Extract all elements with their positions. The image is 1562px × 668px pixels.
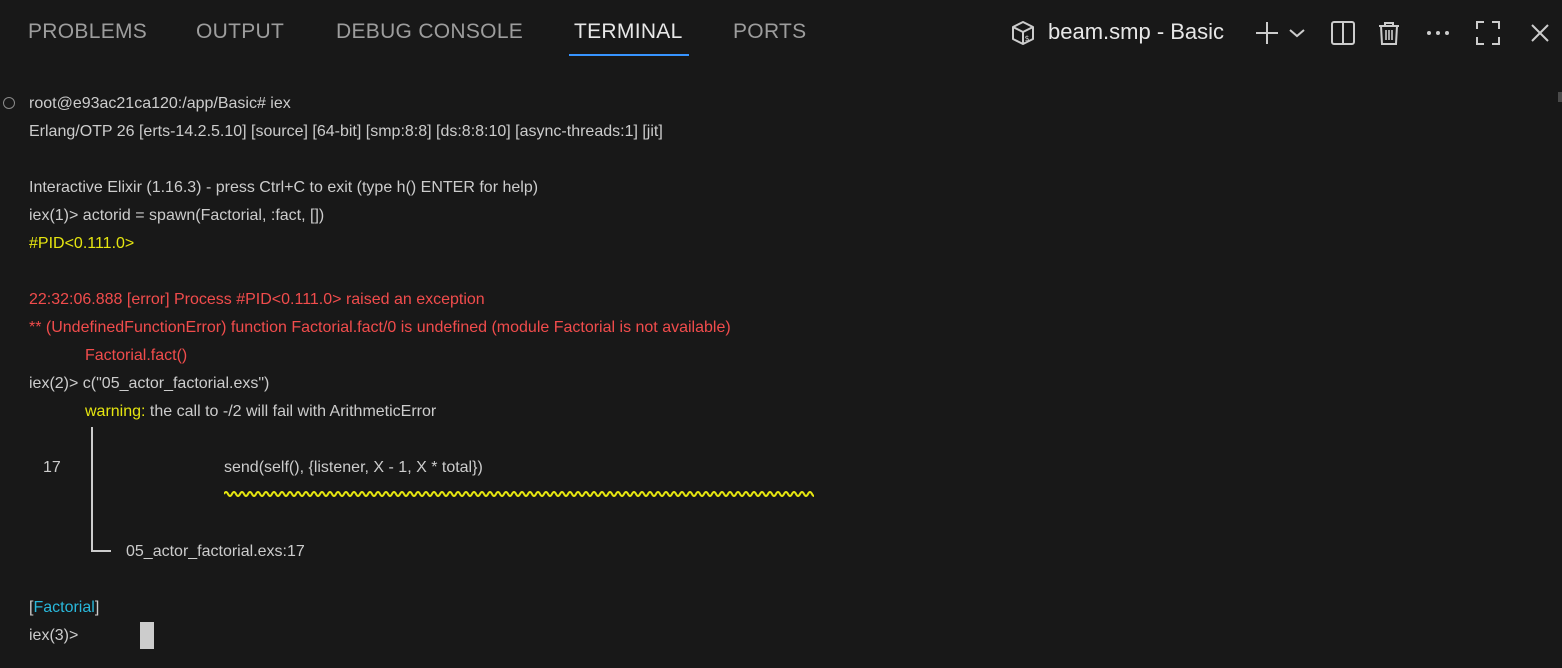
tab-ports[interactable]: PORTS [733, 20, 806, 44]
terminal-line-command: root@e93ac21ca120:/app/Basic# iex [29, 95, 291, 112]
warning-label: warning: [85, 403, 146, 420]
terminal-line-error: 22:32:06.888 [error] Process #PID<0.111.… [29, 291, 485, 308]
diagnostic-location: 05_actor_factorial.exs:17 [126, 543, 305, 560]
close-icon[interactable] [1523, 16, 1557, 50]
terminal-line-pid: #PID<0.111.0> [29, 235, 135, 252]
tab-problems[interactable]: PROBLEMS [28, 20, 147, 44]
chevron-down-icon[interactable] [1282, 16, 1312, 50]
terminal-line-erlang-banner: Erlang/OTP 26 [erts-14.2.5.10] [source] … [29, 123, 663, 140]
terminal-line-iex-2: iex(2)> c("05_actor_factorial.exs") [29, 375, 270, 392]
terminal-panel: PROBLEMS OUTPUT DEBUG CONSOLE TERMINAL P… [0, 0, 1562, 668]
terminal-line-iex-3-prompt: iex(3)> [29, 627, 83, 644]
maximize-icon[interactable] [1471, 16, 1505, 50]
panel-tab-bar: PROBLEMS OUTPUT DEBUG CONSOLE TERMINAL P… [0, 0, 1562, 66]
diagnostic-gutter-line [91, 427, 93, 552]
command-decoration-icon[interactable] [3, 97, 15, 109]
scrollbar[interactable] [1558, 92, 1562, 102]
warning-message: the call to -/2 will fail with Arithmeti… [145, 403, 437, 420]
tab-output[interactable]: OUTPUT [196, 20, 284, 44]
terminal-line-stacktrace: Factorial.fact() [85, 347, 188, 364]
tab-debug-console[interactable]: DEBUG CONSOLE [336, 20, 523, 44]
split-icon[interactable] [1326, 16, 1360, 50]
warning-squiggle [224, 491, 814, 497]
plus-icon[interactable] [1250, 16, 1284, 50]
terminal-line-warning: warning: the call to -/2 will fail with … [85, 398, 436, 426]
terminal-line-iex-1: iex(1)> actorid = spawn(Factorial, :fact… [29, 207, 325, 224]
terminal-cursor [140, 622, 154, 649]
tab-terminal[interactable]: TERMINAL [574, 20, 683, 44]
trash-icon[interactable] [1372, 16, 1406, 50]
terminal-line-iex-banner: Interactive Elixir (1.16.3) - press Ctrl… [29, 179, 539, 196]
terminal-profile-icon[interactable]: $ [1006, 16, 1040, 50]
diagnostic-gutter-corner [91, 550, 111, 552]
compiled-module-name: Factorial [33, 599, 95, 616]
terminal-name[interactable]: beam.smp - Basic [1048, 19, 1224, 45]
more-icon[interactable] [1421, 16, 1455, 50]
bracket-close: ] [94, 599, 100, 616]
diagnostic-code-line: send(self(), {listener, X - 1, X * total… [224, 459, 483, 476]
terminal-line-exception: ** (UndefinedFunctionError) function Fac… [29, 319, 731, 336]
diagnostic-line-number: 17 [43, 459, 61, 476]
active-tab-indicator [569, 54, 689, 56]
terminal-line-compiled-modules: [Factorial] [29, 594, 99, 622]
svg-text:$: $ [1025, 34, 1030, 43]
